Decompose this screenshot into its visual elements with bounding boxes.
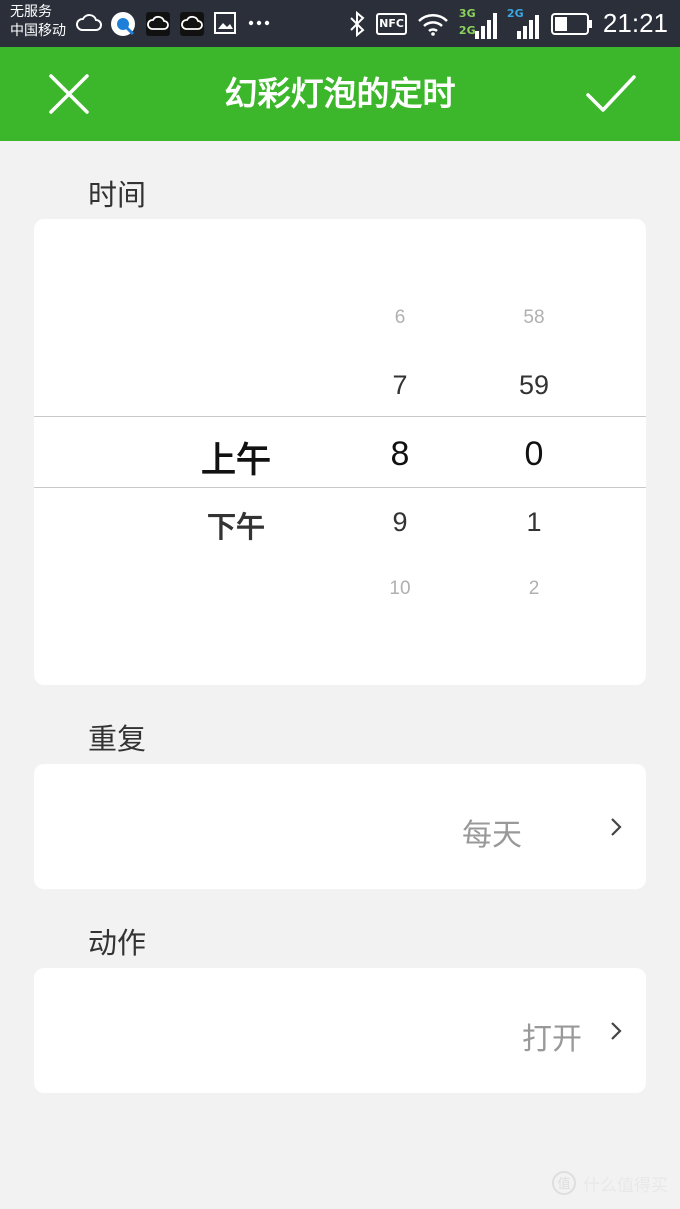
watermark-text: 什么值得买: [583, 1175, 668, 1196]
hour-option[interactable]: 7: [392, 370, 407, 401]
status-icons: NFC 3G 2G 2G 21:21: [348, 0, 668, 47]
minute-selected[interactable]: 0: [525, 435, 544, 474]
repeat-row[interactable]: 每天: [34, 764, 646, 889]
ampm-option[interactable]: 下午: [207, 504, 265, 546]
weather-app-icon: [146, 12, 170, 36]
carrier-status: 无服务: [10, 4, 52, 20]
action-value: 打开: [522, 1022, 582, 1057]
carrier-info: 无服务 中国移动: [10, 3, 66, 41]
hour-selected[interactable]: 8: [391, 435, 410, 474]
nfc-icon: NFC: [376, 12, 407, 35]
svg-text:值: 值: [557, 1176, 570, 1192]
app-header: 幻彩灯泡的定时: [0, 47, 680, 141]
wifi-icon: [418, 13, 448, 36]
signal-sim2: 2G: [507, 7, 541, 41]
signal-bars-icon: [474, 12, 497, 39]
clock: 21:21: [602, 8, 668, 38]
hour-option[interactable]: 10: [389, 578, 410, 600]
repeat-value: 每天: [462, 818, 522, 853]
chevron-right-icon: [611, 1022, 622, 1040]
cloud-icon: [76, 14, 102, 31]
weather-app-icon-2: [180, 12, 204, 36]
hour-option[interactable]: 9: [392, 507, 407, 538]
action-row[interactable]: 打开: [34, 968, 646, 1093]
confirm-check-icon[interactable]: [584, 71, 638, 117]
minute-option[interactable]: 2: [529, 578, 540, 600]
watermark: 值 什么值得买: [551, 1170, 668, 1196]
minute-option[interactable]: 58: [523, 307, 544, 329]
repeat-section-label: 重复: [88, 722, 147, 756]
signal-bars-icon-2: [516, 14, 539, 39]
chevron-right-icon: [611, 818, 622, 836]
network-3g-label: 3G: [458, 6, 476, 20]
image-icon: [214, 12, 236, 34]
bluetooth-icon: [350, 10, 365, 37]
picker-selection-top-line: [34, 416, 646, 417]
time-section-label: 时间: [88, 178, 147, 212]
minute-option[interactable]: 59: [519, 370, 549, 401]
signal-sim1: 3G 2G: [459, 7, 497, 41]
ampm-selected[interactable]: 上午: [201, 432, 271, 483]
minute-option[interactable]: 1: [526, 507, 541, 538]
battery-icon: [550, 12, 592, 35]
more-notifications-icon: [248, 20, 270, 26]
network-2g-label: 2G: [458, 23, 476, 37]
hour-option[interactable]: 6: [395, 307, 406, 329]
action-section-label: 动作: [88, 926, 147, 960]
picker-selection-bottom-line: [34, 487, 646, 488]
page-title: 幻彩灯泡的定时: [224, 74, 456, 113]
browser-q-icon: [111, 12, 135, 36]
carrier-name: 中国移动: [10, 23, 66, 39]
status-bar: 无服务 中国移动 NFC 3G 2G 2G 21:21: [0, 0, 680, 47]
time-picker-card: 上午 下午 6 7 8 9 10 58 59 0 1 2: [34, 219, 646, 685]
watermark-logo-icon: 值: [552, 1171, 576, 1195]
